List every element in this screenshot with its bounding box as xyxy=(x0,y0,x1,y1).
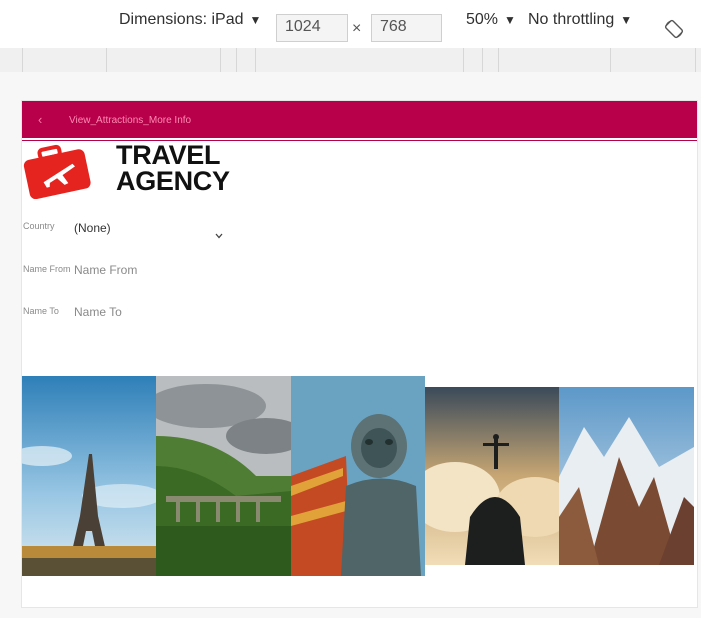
ruler-tick xyxy=(482,48,483,72)
page-title: View_Attractions_More Info xyxy=(69,115,192,126)
device-toolbar: Dimensions: iPad ▼ 1024 × 768 50% ▼ No thr… xyxy=(0,0,701,48)
app-header: ‹ View_Attractions_More Info xyxy=(22,101,697,140)
chinese-lion-statue-image xyxy=(291,376,425,576)
dimensions-label: Dimensions: iPad xyxy=(119,11,244,28)
suitcase-airplane-icon xyxy=(23,144,91,199)
name-from-label: Name From xyxy=(23,264,71,274)
throttling-label: No throttling xyxy=(528,11,615,28)
ruler-tick xyxy=(255,48,256,72)
ruler-tick xyxy=(106,48,107,72)
ruler-tick xyxy=(236,48,237,72)
chevron-down-icon[interactable] xyxy=(215,233,223,239)
green-valley-viaduct-image xyxy=(156,376,291,576)
zoom-label: 50% xyxy=(466,11,499,28)
caret-down-icon: ▼ xyxy=(620,13,633,27)
ruler-tick xyxy=(610,48,611,72)
logo-line-2: AGENCY xyxy=(116,166,230,196)
height-input[interactable]: 768 xyxy=(371,14,442,42)
country-select[interactable]: (None) xyxy=(74,221,224,235)
throttling-dropdown[interactable]: No throttling ▼ xyxy=(528,11,632,29)
caret-down-icon: ▼ xyxy=(249,13,262,27)
media-query-bar xyxy=(0,48,701,73)
rotate-icon[interactable] xyxy=(664,19,684,39)
christ-redeemer-clouds-image xyxy=(425,387,559,565)
country-label: Country xyxy=(23,221,55,231)
name-from-input[interactable] xyxy=(74,263,224,277)
eiffel-tower-image xyxy=(22,376,156,576)
logo-text: TRAVEL AGENCY xyxy=(116,140,230,196)
times-icon: × xyxy=(352,20,362,37)
chevron-left-icon[interactable]: ‹ xyxy=(38,113,52,127)
ruler-tick xyxy=(695,48,696,72)
ruler-tick xyxy=(463,48,464,72)
name-to-input[interactable] xyxy=(74,305,224,319)
dimensions-dropdown[interactable]: Dimensions: iPad ▼ xyxy=(119,11,261,29)
zoom-dropdown[interactable]: 50% ▼ xyxy=(466,11,516,29)
snowy-mountains-image xyxy=(559,387,694,565)
name-to-label: Name To xyxy=(23,306,59,316)
logo-line-1: TRAVEL xyxy=(116,140,221,170)
caret-down-icon: ▼ xyxy=(504,13,516,27)
ruler-tick xyxy=(22,48,23,72)
ruler-tick xyxy=(220,48,221,72)
width-input[interactable]: 1024 xyxy=(276,14,348,42)
app-screen: ‹ View_Attractions_More Info TRAVEL AGEN… xyxy=(22,101,697,607)
ruler-tick xyxy=(498,48,499,72)
